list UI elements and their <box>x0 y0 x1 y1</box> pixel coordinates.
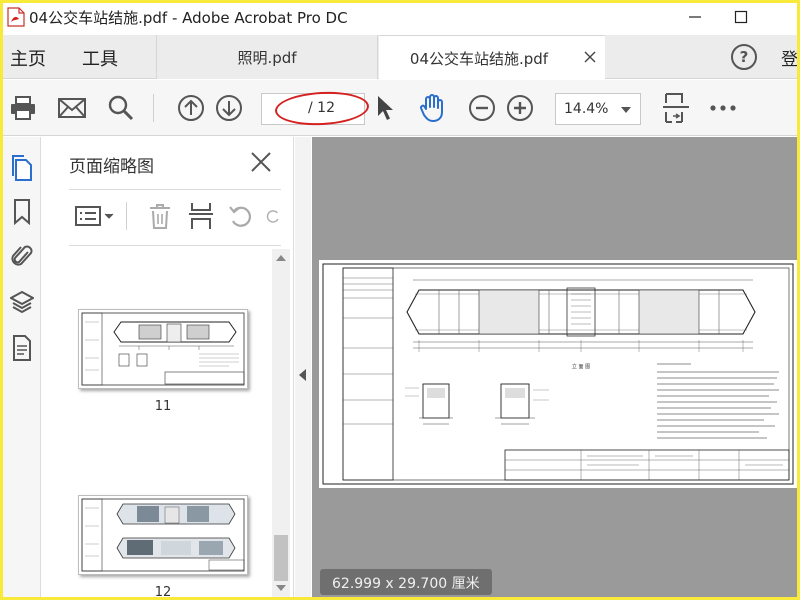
page-size-readout: 62.999 x 29.700 厘米 <box>320 569 492 595</box>
title-bar: 04公交车站结施.pdf - Adobe Acrobat Pro DC <box>3 3 797 31</box>
email-icon[interactable] <box>58 94 86 122</box>
scroll-up-icon[interactable] <box>276 255 286 261</box>
rotate-cw-icon[interactable] <box>265 202 281 230</box>
chevron-down-icon <box>621 107 631 113</box>
page-down-icon[interactable] <box>215 94 243 122</box>
delete-icon[interactable] <box>147 202 173 230</box>
nav-home[interactable]: 主页 <box>10 45 46 71</box>
toolbar-divider <box>153 94 154 122</box>
thumbnail-list: 11 12 <box>42 249 274 597</box>
hand-icon[interactable] <box>418 94 446 122</box>
zoom-out-icon[interactable] <box>468 94 496 122</box>
scrollbar-thumb[interactable] <box>274 535 288 581</box>
layers-icon[interactable] <box>10 289 34 315</box>
minimize-button[interactable] <box>675 5 715 29</box>
insert-page-icon[interactable] <box>187 202 215 230</box>
main-toolbar: / 12 14.4% <box>3 80 797 136</box>
navigation-rail <box>3 137 41 597</box>
zoom-in-icon[interactable] <box>506 94 534 122</box>
pages-icon[interactable] <box>10 155 34 181</box>
help-button[interactable]: ? <box>731 44 757 70</box>
zoom-dropdown[interactable]: 14.4% <box>555 93 641 125</box>
acrobat-app-icon <box>7 7 25 27</box>
page-up-icon[interactable] <box>177 94 205 122</box>
window-title: 04公交车站结施.pdf - Adobe Acrobat Pro DC <box>29 9 348 27</box>
attachment-icon[interactable] <box>10 243 34 269</box>
engineering-drawing: 立 面 图 <box>322 263 794 485</box>
scroll-down-icon[interactable] <box>276 585 286 591</box>
tab-label: 04公交车站结施.pdf <box>409 49 549 68</box>
tab-04-bus-station-pdf[interactable]: 04公交车站结施.pdf <box>379 35 605 80</box>
toolbar-divider <box>126 202 127 230</box>
rotate-ccw-icon[interactable] <box>227 202 255 230</box>
thumbnail-scrollbar[interactable] <box>272 249 290 597</box>
maximize-button[interactable] <box>721 5 761 29</box>
close-tab-icon[interactable] <box>583 50 597 64</box>
panel-title: 页面缩略图 <box>69 157 154 177</box>
divider <box>69 245 281 246</box>
fit-page-icon[interactable] <box>662 93 690 123</box>
zoom-value: 14.4% <box>564 101 609 117</box>
panel-collapse-handle[interactable] <box>295 137 311 597</box>
tab-zhaoming-pdf[interactable]: 照明.pdf <box>156 35 378 79</box>
select-cursor-icon[interactable] <box>371 94 399 122</box>
sign-in-link[interactable]: 登 <box>781 45 797 70</box>
document-view[interactable]: 立 面 图 62.999 x 29.700 厘米 <box>312 137 797 597</box>
document-icon[interactable] <box>10 335 34 361</box>
close-icon[interactable] <box>250 151 272 173</box>
thumbnail-page-11[interactable] <box>78 309 248 389</box>
divider <box>69 189 281 190</box>
thumbnail-page-label: 11 <box>154 399 172 414</box>
tab-label: 照明.pdf <box>237 48 297 67</box>
thumbnails-panel: 页面缩略图 11 12 <box>42 137 294 597</box>
pdf-page: 立 面 图 <box>319 260 797 488</box>
more-icon[interactable] <box>709 94 737 122</box>
tab-row: 主页 工具 照明.pdf 04公交车站结施.pdf ? 登 <box>3 35 797 80</box>
svg-text:立 面 图: 立 面 图 <box>572 363 590 370</box>
thumbnail-toolbar <box>69 193 281 245</box>
chevron-left-icon <box>299 369 306 381</box>
thumbnail-page-label: 12 <box>154 585 172 597</box>
search-icon[interactable] <box>107 94 135 122</box>
bookmark-icon[interactable] <box>10 199 34 225</box>
options-menu-icon[interactable] <box>75 202 115 230</box>
acrobat-window: 04公交车站结施.pdf - Adobe Acrobat Pro DC 主页 工… <box>3 3 797 597</box>
print-icon[interactable] <box>9 94 37 122</box>
nav-tools[interactable]: 工具 <box>82 45 118 71</box>
thumbnail-page-12[interactable] <box>78 495 248 575</box>
